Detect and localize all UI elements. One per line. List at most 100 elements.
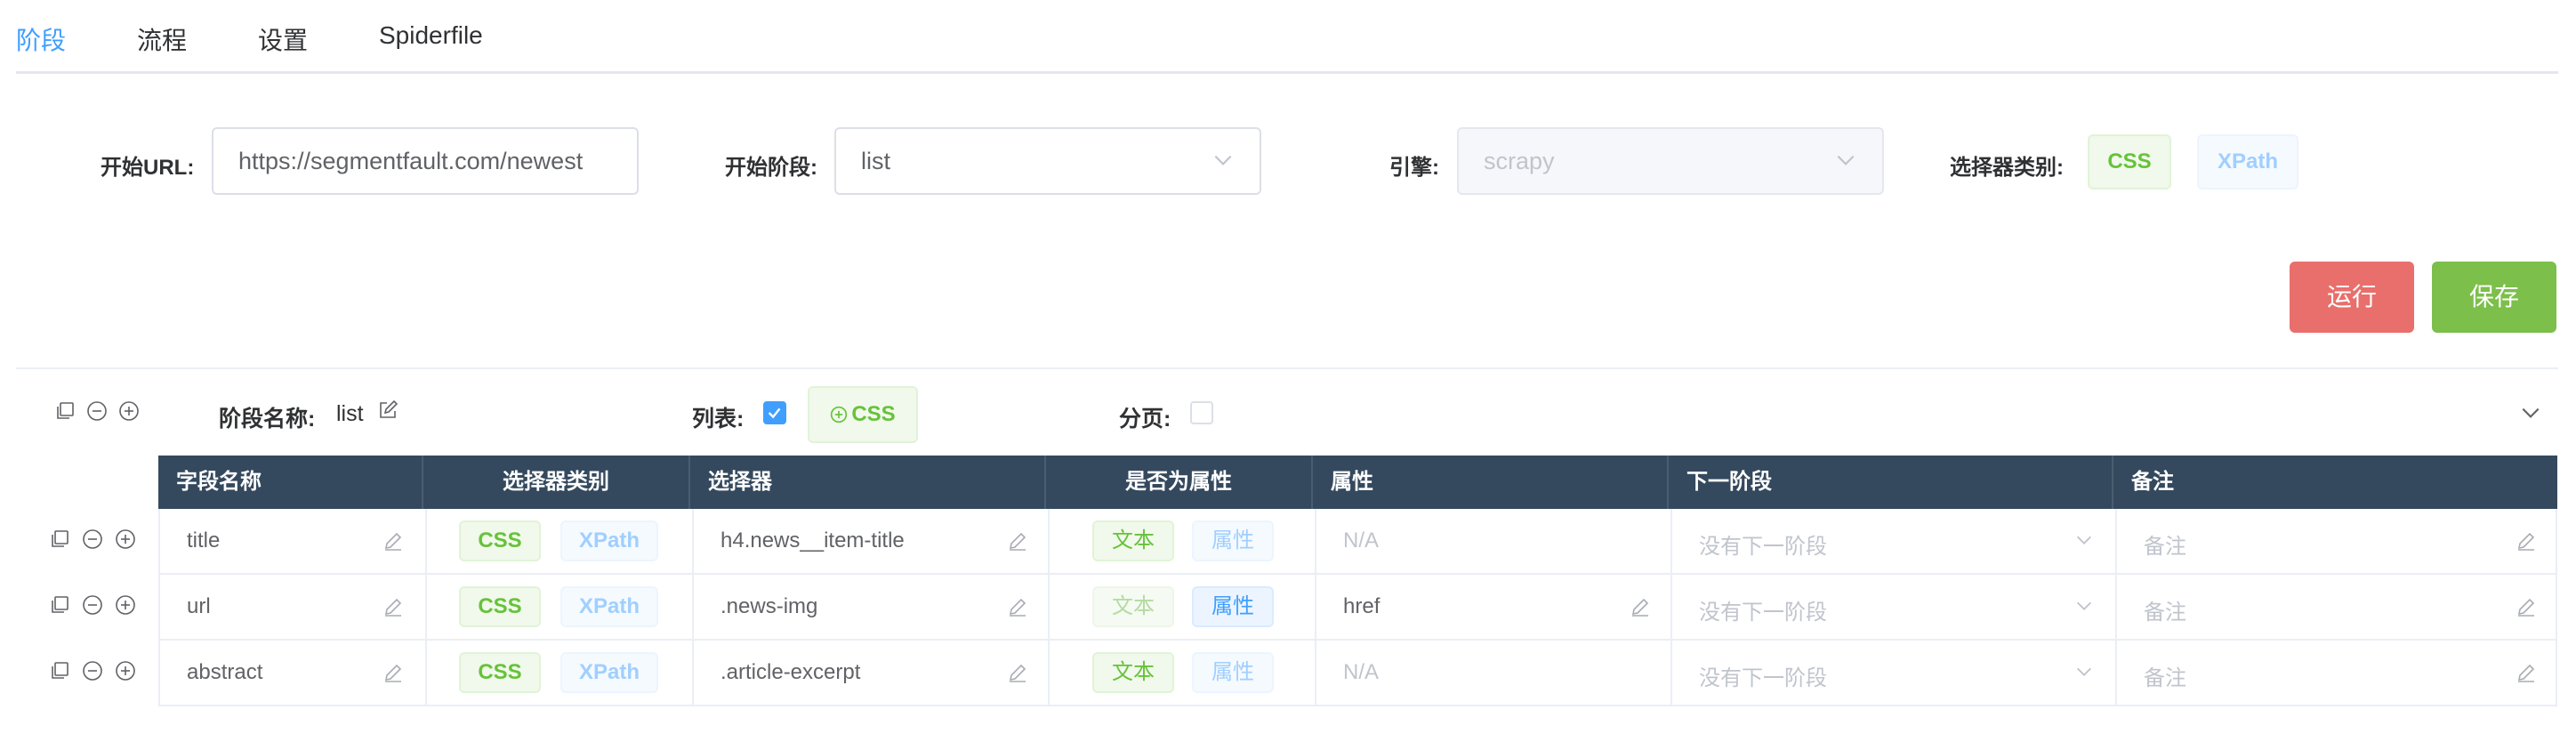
remove-circle-icon[interactable] xyxy=(82,594,103,620)
start-stage-label: 开始阶段: xyxy=(725,156,817,180)
selector-cell[interactable]: h4.news__item-title xyxy=(692,509,1048,573)
selector-value: h4.news__item-title xyxy=(720,528,905,552)
remove-circle-icon[interactable] xyxy=(86,400,108,422)
col-attr: 属性 xyxy=(1313,456,1669,509)
engine-select[interactable]: scrapy xyxy=(1457,127,1884,195)
edit-pencil-icon[interactable] xyxy=(382,596,404,617)
engine-label: 引擎: xyxy=(1389,156,1439,180)
edit-icon[interactable] xyxy=(377,399,398,421)
edit-pencil-icon[interactable] xyxy=(1007,662,1028,683)
tab-spiderfile[interactable]: Spiderfile xyxy=(379,21,483,50)
selector-value: .article-excerpt xyxy=(720,660,861,684)
copy-icon[interactable] xyxy=(49,528,70,554)
start-url-label: 开始URL: xyxy=(101,156,195,180)
chevron-down-icon xyxy=(1837,155,1855,165)
chevron-down-icon xyxy=(2074,596,2094,616)
section-divider xyxy=(16,367,2558,369)
col-is-attr: 是否为属性 xyxy=(1046,456,1313,509)
start-stage-value: list xyxy=(861,148,890,174)
copy-icon[interactable] xyxy=(49,594,70,620)
text-tag[interactable]: 文本 xyxy=(1092,520,1174,561)
copy-icon[interactable] xyxy=(49,660,70,686)
css-tag[interactable]: CSS xyxy=(459,652,541,693)
edit-pencil-icon[interactable] xyxy=(2516,596,2537,617)
col-next-stage: 下一阶段 xyxy=(1669,456,2113,509)
next-stage-select[interactable]: 没有下一阶段 xyxy=(1670,641,2115,705)
field-name-cell[interactable]: title xyxy=(160,509,425,573)
collapse-chevron-icon[interactable] xyxy=(2519,401,2542,424)
start-url-input[interactable]: https://segmentfault.com/newest xyxy=(212,127,639,195)
edit-pencil-icon[interactable] xyxy=(2516,530,2537,552)
add-circle-icon[interactable] xyxy=(115,660,136,686)
spider-config-page: 阶段 流程 设置 Spiderfile 开始URL: https://segme… xyxy=(0,0,2576,742)
col-field-name: 字段名称 xyxy=(158,456,423,509)
selector-value: .news-img xyxy=(720,594,818,618)
edit-pencil-icon[interactable] xyxy=(1630,596,1651,617)
check-icon xyxy=(768,407,781,419)
add-circle-icon[interactable] xyxy=(118,400,140,422)
is-attr-cell: 文本 属性 xyxy=(1048,509,1315,573)
remove-circle-icon[interactable] xyxy=(82,528,103,554)
next-stage-select[interactable]: 没有下一阶段 xyxy=(1670,509,2115,573)
row-actions xyxy=(49,594,156,621)
next-stage-value: 没有下一阶段 xyxy=(1699,666,1827,690)
edit-pencil-icon[interactable] xyxy=(1007,530,1028,552)
next-stage-select[interactable]: 没有下一阶段 xyxy=(1670,575,2115,639)
list-css-label: CSS xyxy=(851,402,896,426)
css-tag[interactable]: CSS xyxy=(459,586,541,627)
attr-cell[interactable]: href xyxy=(1315,575,1670,639)
add-circle-icon[interactable] xyxy=(115,594,136,620)
table-row: url CSS XPath .news-img 文本 属性 href 没有下一阶段 备注 xyxy=(158,575,2557,641)
field-name-cell[interactable]: abstract xyxy=(160,641,425,705)
table-row: title CSS XPath h4.news__item-title 文本 属性 N/A 没… xyxy=(158,509,2557,575)
selector-xpath-tag[interactable]: XPath xyxy=(2197,134,2298,190)
pagination-checkbox[interactable] xyxy=(1190,401,1213,424)
selector-cell[interactable]: .article-excerpt xyxy=(692,641,1048,705)
attr-value: N/A xyxy=(1343,528,1380,552)
remark-cell[interactable]: 备注 xyxy=(2115,641,2559,705)
attr-tag[interactable]: 属性 xyxy=(1192,652,1274,693)
remark-cell[interactable]: 备注 xyxy=(2115,575,2559,639)
selector-type-cell: CSS XPath xyxy=(425,641,692,705)
text-tag[interactable]: 文本 xyxy=(1092,652,1174,693)
list-css-button[interactable]: CSS xyxy=(808,386,918,443)
edit-pencil-icon[interactable] xyxy=(2516,662,2537,683)
remove-circle-icon[interactable] xyxy=(82,660,103,686)
remark-value: 备注 xyxy=(2144,535,2186,559)
selector-css-tag[interactable]: CSS xyxy=(2088,134,2171,190)
css-tag[interactable]: CSS xyxy=(459,520,541,561)
attr-cell[interactable]: N/A xyxy=(1315,641,1670,705)
tab-settings[interactable]: 设置 xyxy=(258,21,308,57)
chevron-down-icon xyxy=(2074,530,2094,550)
stage-name-value: list xyxy=(336,401,364,426)
field-name-cell[interactable]: url xyxy=(160,575,425,639)
xpath-tag[interactable]: XPath xyxy=(560,586,658,627)
selector-cell[interactable]: .news-img xyxy=(692,575,1048,639)
xpath-tag[interactable]: XPath xyxy=(560,652,658,693)
start-stage-select[interactable]: list xyxy=(834,127,1261,195)
copy-icon[interactable] xyxy=(54,400,76,422)
text-tag[interactable]: 文本 xyxy=(1092,586,1174,627)
attr-cell[interactable]: N/A xyxy=(1315,509,1670,573)
add-circle-icon[interactable] xyxy=(115,528,136,554)
tab-flow[interactable]: 流程 xyxy=(137,21,187,57)
table-header: 字段名称 选择器类别 选择器 是否为属性 属性 下一阶段 备注 xyxy=(158,456,2557,509)
next-stage-value: 没有下一阶段 xyxy=(1699,535,1827,559)
attr-tag[interactable]: 属性 xyxy=(1192,520,1274,561)
edit-pencil-icon[interactable] xyxy=(382,530,404,552)
edit-pencil-icon[interactable] xyxy=(1007,596,1028,617)
field-name-value: title xyxy=(187,528,221,552)
save-button[interactable]: 保存 xyxy=(2432,262,2556,333)
selector-type-cell: CSS XPath xyxy=(425,509,692,573)
is-attr-cell: 文本 属性 xyxy=(1048,641,1315,705)
attr-tag[interactable]: 属性 xyxy=(1192,586,1274,627)
run-button[interactable]: 运行 xyxy=(2290,262,2414,333)
list-checkbox[interactable] xyxy=(763,401,786,424)
remark-value: 备注 xyxy=(2144,601,2186,625)
field-name-value: url xyxy=(187,594,211,618)
remark-cell[interactable]: 备注 xyxy=(2115,509,2559,573)
xpath-tag[interactable]: XPath xyxy=(560,520,658,561)
engine-value: scrapy xyxy=(1484,148,1555,174)
tab-stage[interactable]: 阶段 xyxy=(16,21,66,57)
edit-pencil-icon[interactable] xyxy=(382,662,404,683)
